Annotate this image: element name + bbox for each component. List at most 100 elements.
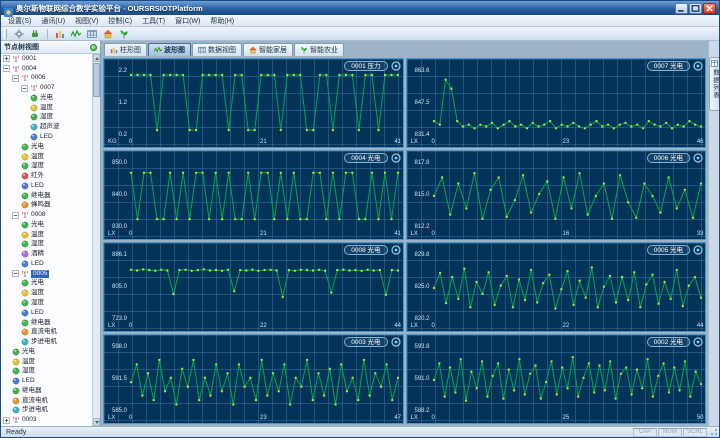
tab-smart-home[interactable]: 智能家居 bbox=[243, 43, 293, 56]
tree-sensor-item[interactable]: 红外 bbox=[1, 171, 92, 181]
tree-sensor-item[interactable]: 温度 bbox=[1, 152, 92, 162]
sensor-icon bbox=[21, 289, 29, 297]
tree-sensor-item[interactable]: LED bbox=[1, 376, 92, 386]
x-tick: 16 bbox=[562, 231, 570, 237]
tree-node-0008[interactable]: 0008 bbox=[1, 210, 92, 220]
resize-grip[interactable] bbox=[709, 427, 718, 436]
panel-menu-button[interactable] bbox=[390, 152, 401, 163]
sensor-icon bbox=[21, 231, 29, 239]
waveform-view-icon[interactable] bbox=[69, 28, 83, 40]
collapse-icon[interactable] bbox=[12, 211, 19, 219]
settings-icon[interactable] bbox=[12, 28, 26, 40]
tree-sensor-item[interactable]: LED bbox=[1, 308, 92, 318]
tree-sensor-item[interactable]: 直流电机 bbox=[1, 396, 92, 406]
tree-sensor-item[interactable]: 酒精 bbox=[1, 249, 92, 259]
tree-sensor-item[interactable]: 蜂鸣器 bbox=[1, 200, 92, 210]
tree-sensor-item[interactable]: 温度 bbox=[1, 230, 92, 240]
tree-sensor-item[interactable]: 光电 bbox=[1, 93, 92, 103]
toolbar-grip[interactable] bbox=[4, 28, 7, 39]
connect-icon[interactable] bbox=[28, 28, 42, 40]
panel-menu-button[interactable] bbox=[693, 336, 703, 347]
collapse-icon[interactable] bbox=[21, 84, 28, 92]
panel-menu-button[interactable] bbox=[693, 60, 703, 71]
tree-scrollbar[interactable] bbox=[92, 54, 100, 426]
tree-sensor-item[interactable]: 温度 bbox=[1, 103, 92, 113]
tree-sensor-item[interactable]: LED bbox=[1, 132, 92, 142]
chart-panel: 0002 光电 593.8 591.0 588.2 LX 0 25 50 bbox=[405, 334, 706, 424]
menu-item[interactable]: 工具(T) bbox=[137, 15, 170, 26]
menu-item[interactable]: 通讯(U) bbox=[36, 15, 70, 26]
tree-sensor-item[interactable]: 步进电机 bbox=[1, 337, 92, 347]
tree-sensor-item[interactable]: 湿度 bbox=[1, 298, 92, 308]
tree-node-0001[interactable]: 0001 bbox=[1, 54, 92, 64]
minimize-button[interactable] bbox=[675, 2, 688, 14]
tree-sensor-item[interactable]: 温度 bbox=[1, 357, 92, 367]
tree-node-0003[interactable]: 0003 bbox=[1, 415, 92, 425]
tab-data-view[interactable]: 数据视图 bbox=[192, 43, 242, 56]
dock-tab-label: 数据列表 bbox=[711, 69, 719, 99]
unit-label: LX bbox=[108, 323, 116, 329]
bar-chart-view-icon[interactable] bbox=[53, 28, 67, 40]
tab-bar-chart[interactable]: 柱形图 bbox=[104, 43, 147, 56]
tab-smart-agriculture[interactable]: 智能农业 bbox=[294, 43, 344, 56]
tree-sensor-item[interactable]: 光电 bbox=[1, 142, 92, 152]
panel-menu-button[interactable] bbox=[693, 244, 703, 255]
tree-sensor-item[interactable]: 光电 bbox=[1, 347, 92, 357]
right-dock-tab[interactable]: 数据列表 bbox=[709, 57, 719, 111]
tree-sensor-item[interactable]: 继电器 bbox=[1, 318, 92, 328]
tree-sensor-item[interactable]: 湿度 bbox=[1, 113, 92, 123]
main-area: 柱形图 波形图 数据视图 智能家居 智能农业 0001 压力 2.2 1.2 0.2 KG 0 21… bbox=[101, 41, 708, 426]
scroll-down-icon[interactable] bbox=[93, 418, 100, 426]
scroll-up-icon[interactable] bbox=[93, 54, 100, 62]
menu-item[interactable]: 窗口(W) bbox=[170, 15, 205, 26]
scrollbar-thumb[interactable] bbox=[93, 63, 100, 97]
tree-sensor-item[interactable]: 湿度 bbox=[1, 367, 92, 377]
menu-item[interactable]: 设置(S) bbox=[3, 15, 36, 26]
tree-sensor-item[interactable]: 温度 bbox=[1, 288, 92, 298]
data-view-icon[interactable] bbox=[85, 28, 99, 40]
tree-sensor-item[interactable]: 湿度 bbox=[1, 161, 92, 171]
sensor-icon bbox=[21, 153, 29, 161]
tree-node-0007[interactable]: 0007 bbox=[1, 83, 92, 93]
expand-icon[interactable] bbox=[3, 416, 10, 424]
panel-menu-button[interactable] bbox=[693, 152, 703, 163]
unit-label: LX bbox=[410, 415, 418, 421]
maximize-button[interactable] bbox=[689, 2, 702, 14]
tree-sensor-item[interactable]: 超声波 bbox=[1, 122, 92, 132]
panel-menu-button[interactable] bbox=[390, 336, 401, 347]
node-tree-panel: 节点树视图 0001 0004 0006 0007 光电 温度 湿度 超声波 LED 光电 温度 湿度… bbox=[1, 41, 101, 426]
chart-panel: 0001 压力 2.2 1.2 0.2 KG 0 21 41 bbox=[103, 58, 404, 148]
smart-home-view-icon[interactable] bbox=[101, 28, 115, 40]
tree-sensor-item[interactable]: LED bbox=[1, 181, 92, 191]
expand-icon[interactable] bbox=[3, 55, 10, 63]
tree-node-0005[interactable]: 0005 bbox=[1, 269, 92, 279]
panel-menu-button[interactable] bbox=[390, 60, 401, 71]
panel-menu-button[interactable] bbox=[390, 244, 401, 255]
collapse-icon[interactable] bbox=[12, 75, 19, 82]
tree-sensor-item[interactable]: 继电器 bbox=[1, 386, 92, 396]
tree-refresh-icon[interactable] bbox=[90, 43, 97, 51]
tree-sensor-item[interactable]: 光电 bbox=[1, 220, 92, 230]
x-tick: 25 bbox=[562, 415, 570, 421]
tree-sensor-item[interactable]: 继电器 bbox=[1, 191, 92, 201]
tree-sensor-item[interactable]: 光电 bbox=[1, 279, 92, 289]
collapse-icon[interactable] bbox=[3, 65, 10, 72]
tree-sensor-item[interactable]: 直流电机 bbox=[1, 327, 92, 337]
x-tick: 0 bbox=[129, 139, 133, 145]
x-tick: 23 bbox=[562, 139, 570, 145]
smart-agriculture-view-icon[interactable] bbox=[117, 28, 131, 40]
tree-sensor-item[interactable]: LED bbox=[1, 259, 92, 269]
y-tick: 847.5 bbox=[414, 100, 430, 106]
menu-item[interactable]: 帮助(H) bbox=[205, 15, 239, 26]
tree-item-label: 湿度 bbox=[31, 299, 44, 307]
menu-item[interactable]: 控制(C) bbox=[103, 15, 137, 26]
tab-waveform[interactable]: 波形图 bbox=[148, 43, 191, 56]
menu-item[interactable]: 视图(V) bbox=[70, 15, 103, 26]
tree-node-0004[interactable]: 0004 bbox=[1, 64, 92, 74]
tree-sensor-item[interactable]: 步进电机 bbox=[1, 406, 92, 416]
tree-node-0006[interactable]: 0006 bbox=[1, 74, 92, 84]
collapse-icon[interactable] bbox=[12, 270, 19, 278]
tree-sensor-item[interactable]: 湿度 bbox=[1, 240, 92, 250]
close-button[interactable] bbox=[703, 2, 716, 14]
tree-item-label: 温度 bbox=[31, 152, 44, 160]
